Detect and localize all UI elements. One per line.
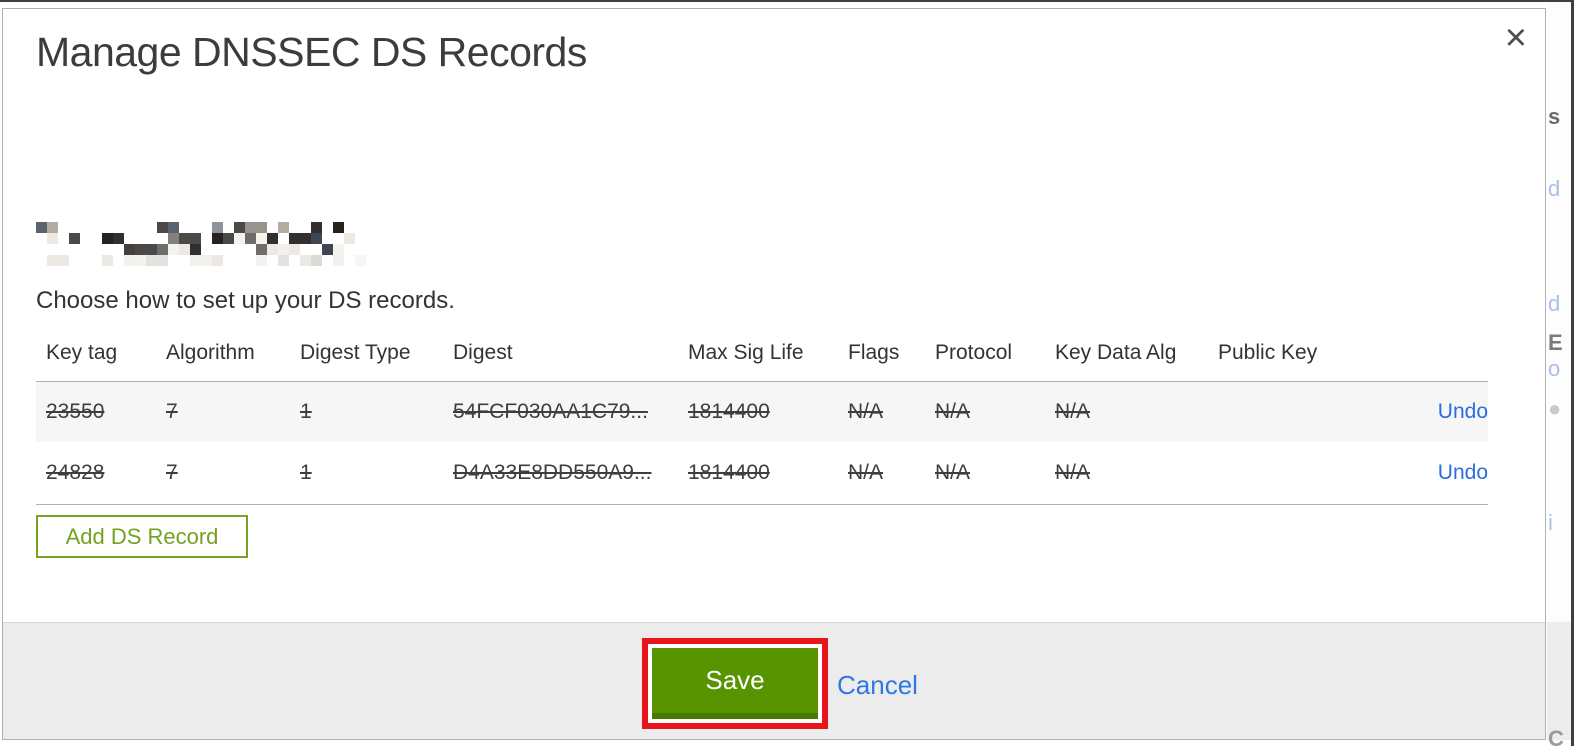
cell-key-data-alg: N/A (1055, 399, 1091, 423)
redacted-domain-name (36, 222, 366, 266)
col-header-protocol: Protocol (935, 341, 1013, 364)
cell-flags: N/A (848, 460, 884, 484)
background-text-fragment: d (1548, 291, 1561, 316)
background-footer-strip (1547, 622, 1574, 740)
background-text-fragment: s (1548, 104, 1561, 129)
cancel-link[interactable]: Cancel (837, 670, 918, 701)
modal-footer: Save Cancel (3, 622, 1545, 739)
cell-protocol: N/A (935, 460, 971, 484)
table-header-row: Key tag Algorithm Digest Type Digest Max… (36, 331, 1488, 382)
col-header-key-data-alg: Key Data Alg (1055, 341, 1177, 364)
cell-digest: D4A33E8DD550A9... (453, 460, 652, 484)
cell-key-tag: 23550 (46, 399, 105, 423)
ds-records-table: Key tag Algorithm Digest Type Digest Max… (36, 331, 1488, 505)
col-header-actions (1348, 331, 1488, 382)
cell-digest-type: 1 (300, 460, 312, 484)
table-row: 23550 7 1 54FCF030AA1C79... 1814400 N/A … (36, 381, 1488, 442)
background-text-fragment: C (1548, 726, 1564, 746)
cell-algorithm: 7 (166, 460, 178, 484)
background-text-fragment: ● (1548, 396, 1562, 421)
col-header-digest: Digest (453, 341, 513, 364)
page: × Manage DNSSEC DS Records Choose how to… (0, 0, 1574, 746)
background-text-fragment: E (1548, 330, 1563, 355)
background-text-fragment: o (1548, 356, 1561, 381)
background-text-fragment: d (1548, 176, 1561, 201)
col-header-max-sig-life: Max Sig Life (688, 341, 804, 364)
cell-protocol: N/A (935, 399, 971, 423)
annotation-highlight-box: Save (642, 638, 828, 729)
dnssec-modal: × Manage DNSSEC DS Records Choose how to… (2, 8, 1546, 740)
cell-algorithm: 7 (166, 399, 178, 423)
instruction-text: Choose how to set up your DS records. (36, 287, 455, 314)
background-page-strip: s d d Eo ● i C (1547, 0, 1574, 746)
save-button[interactable]: Save (652, 648, 818, 719)
cell-max-sig-life: 1814400 (688, 460, 770, 484)
cell-key-data-alg: N/A (1055, 460, 1091, 484)
cell-digest: 54FCF030AA1C79... (453, 399, 648, 423)
undo-link[interactable]: Undo (1438, 400, 1488, 423)
add-ds-record-button[interactable]: Add DS Record (36, 515, 248, 558)
col-header-digest-type: Digest Type (300, 341, 411, 364)
background-text-fragment: i (1548, 510, 1553, 535)
undo-link[interactable]: Undo (1438, 461, 1488, 484)
col-header-flags: Flags (848, 341, 900, 364)
cell-digest-type: 1 (300, 399, 312, 423)
col-header-public-key: Public Key (1218, 341, 1318, 364)
col-header-algorithm: Algorithm (166, 341, 255, 364)
cell-max-sig-life: 1814400 (688, 399, 770, 423)
cell-key-tag: 24828 (46, 460, 105, 484)
close-icon[interactable]: × (1505, 19, 1527, 57)
modal-title: Manage DNSSEC DS Records (36, 29, 587, 75)
table-row: 24828 7 1 D4A33E8DD550A9... 1814400 N/A … (36, 441, 1488, 505)
cell-flags: N/A (848, 399, 884, 423)
col-header-key-tag: Key tag (46, 341, 118, 364)
